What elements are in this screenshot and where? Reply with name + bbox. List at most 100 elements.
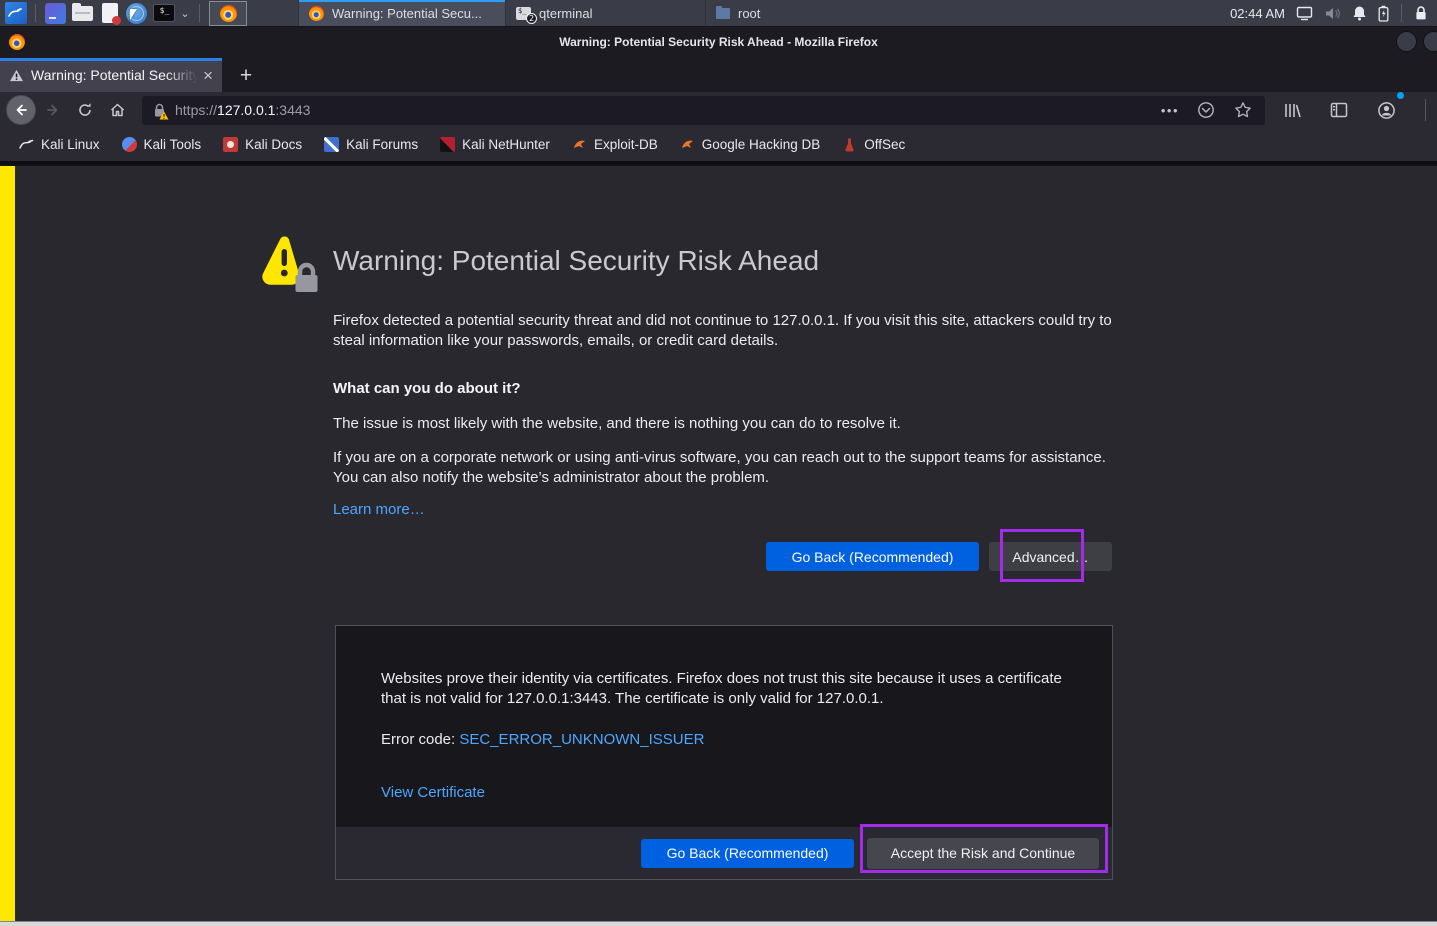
bookmark-exploit-db[interactable]: Exploit-DB	[561, 128, 669, 161]
taskbar-window-label: root	[738, 6, 760, 21]
kali-menu-button[interactable]	[3, 1, 28, 26]
system-taskbar: $_ ⌄ Warning: Potential Secu... $_ 2 qte…	[0, 0, 1437, 27]
google-hacking-db-favicon	[680, 137, 695, 152]
account-notification-dot	[1397, 92, 1404, 99]
bookmark-kali-tools[interactable]: Kali Tools	[111, 128, 213, 161]
forward-arrow-icon	[45, 102, 61, 118]
clock[interactable]: 02:44 AM	[1230, 6, 1285, 21]
urlbar-actions: •••	[1160, 95, 1254, 125]
browser-content-area: Warning: Potential Security Risk Ahead F…	[0, 163, 1437, 921]
terminal-launcher-button[interactable]: $_	[151, 1, 176, 26]
exploit-db-favicon	[572, 137, 587, 152]
bookmarks-toolbar: Kali Linux Kali Tools Kali Docs Kali For…	[0, 128, 1437, 163]
firefox-launcher-button[interactable]	[207, 1, 249, 26]
lock-screen-icon[interactable]	[1414, 5, 1428, 21]
taskbar-window-firefox[interactable]: Warning: Potential Secu...	[298, 0, 505, 26]
taskbar-window-label: Warning: Potential Secu...	[332, 6, 482, 21]
sidebar-icon[interactable]	[1324, 95, 1354, 125]
launcher-icon	[45, 3, 66, 24]
chevron-down-icon: ⌄	[180, 7, 189, 20]
bookmark-kali-linux[interactable]: Kali Linux	[8, 128, 111, 161]
cert-error-page: Warning: Potential Security Risk Ahead F…	[333, 166, 1114, 921]
offsec-favicon	[842, 137, 857, 152]
tab-security-warning[interactable]: Warning: Potential Security Risk Ahead ×	[0, 58, 222, 92]
bookmark-kali-nethunter[interactable]: Kali NetHunter	[429, 128, 561, 161]
url-bar[interactable]: https://127.0.0.1:3443 •••	[142, 96, 1265, 125]
taskbar-window-list: Warning: Potential Secu... $_ 2 qtermina…	[298, 0, 875, 26]
window-controls	[1396, 31, 1437, 52]
navigation-toolbar: https://127.0.0.1:3443 •••	[0, 92, 1437, 128]
volume-icon[interactable]	[1324, 6, 1341, 21]
document-icon	[102, 3, 118, 23]
web-browser-button[interactable]	[124, 1, 149, 26]
bookmark-kali-docs[interactable]: Kali Docs	[212, 128, 313, 161]
go-back-button[interactable]: Go Back (Recommended)	[766, 542, 979, 571]
home-icon	[109, 102, 126, 118]
back-button[interactable]	[6, 95, 36, 125]
intro-paragraph: Firefox detected a potential security th…	[333, 311, 1117, 350]
display-icon[interactable]	[1296, 6, 1313, 21]
app-launcher-button[interactable]	[43, 1, 68, 26]
page-actions-button[interactable]: •••	[1161, 95, 1179, 125]
desktop-screen: $_ ⌄ Warning: Potential Secu... $_ 2 qte…	[0, 0, 1437, 926]
folder-icon	[72, 6, 93, 21]
certificate-description: Websites prove their identity via certif…	[381, 669, 1073, 708]
reload-button[interactable]	[70, 95, 100, 125]
security-warning-icon	[260, 232, 320, 294]
home-button[interactable]	[102, 95, 132, 125]
error-code-link[interactable]: SEC_ERROR_UNKNOWN_ISSUER	[459, 731, 704, 748]
terminal-icon: $_	[153, 4, 175, 22]
url-port: :3443	[275, 102, 310, 118]
tab-close-icon[interactable]: ×	[203, 67, 213, 84]
taskbar-window-qterminal[interactable]: $_ 2 qterminal	[505, 0, 705, 26]
page-title: Warning: Potential Security Risk Ahead	[333, 245, 819, 277]
text-editor-button[interactable]	[97, 1, 122, 26]
bookmark-label: Kali Tools	[144, 137, 202, 152]
bookmark-offsec[interactable]: OffSec	[831, 128, 916, 161]
maximize-button[interactable]	[1423, 31, 1437, 52]
taskbar-dock: $_ ⌄	[0, 0, 250, 26]
bookmark-label: Kali Linux	[41, 137, 100, 152]
tab-bar: Warning: Potential Security Risk Ahead ×…	[0, 58, 1437, 92]
account-icon[interactable]	[1371, 95, 1401, 125]
forward-button[interactable]	[38, 95, 68, 125]
accept-risk-button[interactable]: Accept the Risk and Continue	[867, 838, 1099, 869]
kali-tools-favicon	[122, 137, 137, 152]
desktop-edge-strip	[0, 166, 15, 921]
panel-go-back-button[interactable]: Go Back (Recommended)	[641, 839, 854, 868]
battery-icon[interactable]	[1378, 5, 1389, 22]
terminal-dropdown-button[interactable]: ⌄	[178, 1, 192, 26]
insecure-lock-icon[interactable]	[153, 103, 166, 118]
learn-more-link[interactable]: Learn more…	[333, 501, 425, 518]
bookmark-star-icon[interactable]	[1233, 95, 1253, 125]
active-launcher-frame	[209, 1, 247, 26]
screen-bottom-edge	[0, 921, 1437, 926]
globe-cursor-icon	[126, 3, 147, 24]
folder-icon	[716, 8, 730, 19]
bookmark-label: Exploit-DB	[594, 137, 658, 152]
firefox-icon	[309, 6, 324, 21]
tab-title: Warning: Potential Security Risk Ahead	[31, 67, 199, 83]
advanced-panel: Websites prove their identity via certif…	[335, 625, 1113, 880]
advanced-button[interactable]: Advanced…	[989, 542, 1112, 571]
bookmark-label: OffSec	[864, 137, 905, 152]
kali-logo-icon	[5, 2, 27, 24]
taskbar-window-root[interactable]: root	[705, 0, 875, 26]
error-code-label: Error code:	[381, 731, 459, 748]
notifications-bell-icon[interactable]	[1352, 5, 1367, 21]
toolbar-right-icons	[1276, 95, 1426, 125]
bookmark-google-hacking-db[interactable]: Google Hacking DB	[669, 128, 832, 161]
primary-button-row: Go Back (Recommended) Advanced…	[766, 542, 1112, 571]
bookmark-kali-forums[interactable]: Kali Forums	[313, 128, 429, 161]
url-text: https://127.0.0.1:3443	[175, 102, 310, 118]
bookmark-label: Kali Docs	[245, 137, 302, 152]
kali-docs-favicon	[223, 137, 238, 152]
bookmark-label: Kali Forums	[346, 137, 418, 152]
view-certificate-link[interactable]: View Certificate	[381, 784, 485, 801]
bookmark-label: Google Hacking DB	[702, 137, 821, 152]
new-tab-button[interactable]: +	[231, 61, 261, 89]
file-manager-button[interactable]	[70, 1, 95, 26]
minimize-button[interactable]	[1396, 31, 1417, 52]
pocket-icon[interactable]	[1196, 95, 1216, 125]
library-icon[interactable]	[1277, 95, 1307, 125]
